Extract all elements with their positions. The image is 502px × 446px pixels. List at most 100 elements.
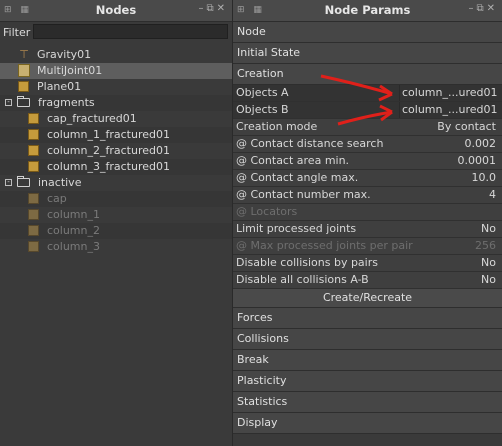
tree-item[interactable]: ⊤ Gravity01 xyxy=(0,47,232,63)
cube-icon xyxy=(28,209,39,220)
param-label: Limit processed joints xyxy=(236,222,357,235)
window-buttons[interactable]: –⧉✕ xyxy=(198,3,228,14)
tree-item[interactable]: MultiJoint01 xyxy=(0,63,232,79)
tree-item-label: column_1_fractured01 xyxy=(47,128,170,141)
param-value[interactable]: column_...ured01 xyxy=(402,85,497,101)
param-row: @ Max processed joints per pair 256 xyxy=(233,238,502,255)
gravity-icon: ⊤ xyxy=(19,48,29,61)
param-label: @ Contact area min. xyxy=(236,154,350,167)
tree-item[interactable]: column_2 xyxy=(0,223,232,239)
nodes-panel-title: Nodes xyxy=(95,3,137,17)
node-params-panel: ⊞ ▦ Node Params –⧉✕ Node Initial State Cre… xyxy=(233,0,502,446)
section-header[interactable]: Forces xyxy=(233,308,502,329)
cube-icon xyxy=(28,161,39,172)
filter-bar: Filter xyxy=(0,22,232,44)
cube-icon xyxy=(28,145,39,156)
node-tree: ⊤ Gravity01 MultiJoint01 Plane01 - fragments c… xyxy=(0,47,232,255)
tree-item-label: cap_fractured01 xyxy=(47,112,137,125)
tree-item-label: column_2_fractured01 xyxy=(47,144,170,157)
expander-icon[interactable]: - xyxy=(5,179,12,186)
cube-icon xyxy=(28,193,39,204)
param-row: @ Contact area min. 0.0001 xyxy=(233,153,502,170)
tree-item[interactable]: Plane01 xyxy=(0,79,232,95)
filter-label: Filter xyxy=(3,26,31,39)
cube-icon xyxy=(28,225,39,236)
section-header[interactable]: Node xyxy=(233,22,502,43)
close-icon[interactable]: ✕ xyxy=(217,3,228,14)
param-label: Objects B xyxy=(236,103,289,116)
param-value[interactable]: 10.0 xyxy=(472,170,497,186)
tree-item-label: fragments xyxy=(38,96,95,109)
param-value[interactable]: No xyxy=(481,255,496,271)
params-list: Node Initial State Creation Objects A column… xyxy=(233,22,502,434)
params-panel-titlebar[interactable]: ⊞ ▦ Node Params –⧉✕ xyxy=(233,0,502,22)
param-value: 256 xyxy=(475,239,496,252)
tree-item-label: column_2 xyxy=(47,224,100,237)
tree-item[interactable]: column_2_fractured01 xyxy=(0,143,232,159)
folder-icon xyxy=(17,176,30,187)
tree-item[interactable]: - inactive xyxy=(0,175,232,191)
tree-item[interactable]: column_3_fractured01 xyxy=(0,159,232,175)
param-row: Limit processed joints No xyxy=(233,221,502,238)
tree-item[interactable]: column_3 xyxy=(0,239,232,255)
cube-icon xyxy=(28,113,39,124)
tree-item-label: column_1 xyxy=(47,208,100,221)
section-header[interactable]: Initial State xyxy=(233,43,502,64)
tree-item-label: column_3 xyxy=(47,240,100,253)
tree-item-label: MultiJoint01 xyxy=(37,64,103,77)
param-row: Objects A column_...ured01 xyxy=(233,85,502,102)
params-panel-title: Node Params xyxy=(324,3,411,17)
section-header[interactable]: Plasticity xyxy=(233,371,502,392)
param-label: Objects A xyxy=(236,86,289,99)
folder-icon xyxy=(17,96,30,107)
float-icon[interactable]: ⧉ xyxy=(476,3,486,14)
param-label: Creation mode xyxy=(236,120,318,133)
param-value[interactable]: No xyxy=(481,272,496,288)
param-row: @ Contact angle max. 10.0 xyxy=(233,170,502,187)
section-header[interactable]: Break xyxy=(233,350,502,371)
param-value[interactable]: No xyxy=(481,221,496,237)
cube-icon xyxy=(18,81,29,92)
nodes-panel-titlebar[interactable]: ⊞ ▦ Nodes –⧉✕ xyxy=(0,0,232,22)
param-label: @ Contact angle max. xyxy=(236,171,359,184)
cube-icon xyxy=(28,129,39,140)
param-label: @ Contact distance search xyxy=(236,137,384,150)
param-row: @ Contact number max. 4 xyxy=(233,187,502,204)
tree-item-label: Plane01 xyxy=(37,80,82,93)
window-buttons[interactable]: –⧉✕ xyxy=(468,3,498,14)
create-recreate-button[interactable]: Create/Recreate xyxy=(233,289,502,308)
tree-item[interactable]: cap_fractured01 xyxy=(0,111,232,127)
param-row: Creation mode By contact xyxy=(233,119,502,136)
section-header[interactable]: Display xyxy=(233,413,502,434)
param-value[interactable]: 0.002 xyxy=(465,136,497,152)
filter-input[interactable] xyxy=(33,24,228,39)
param-label: Disable all collisions A-B xyxy=(236,273,369,286)
close-icon[interactable]: ✕ xyxy=(487,3,498,14)
float-icon[interactable]: ⧉ xyxy=(206,3,216,14)
tree-item[interactable]: cap xyxy=(0,191,232,207)
tree-item-label: column_3_fractured01 xyxy=(47,160,170,173)
param-value[interactable]: 0.0001 xyxy=(458,153,497,169)
param-row: Objects B column_...ured01 xyxy=(233,102,502,119)
param-label: Disable collisions by pairs xyxy=(236,256,378,269)
section-header[interactable]: Statistics xyxy=(233,392,502,413)
nodes-panel: ⊞ ▦ Nodes –⧉✕ Filter ⊤ Gravity01 MultiJoin… xyxy=(0,0,233,446)
param-value[interactable]: 4 xyxy=(489,187,496,203)
param-value[interactable]: By contact xyxy=(437,119,496,135)
param-value[interactable]: column_...ured01 xyxy=(402,102,497,118)
tree-item-label: cap xyxy=(47,192,67,205)
cube-icon xyxy=(28,241,39,252)
tree-item[interactable]: column_1 xyxy=(0,207,232,223)
param-label: @ Contact number max. xyxy=(236,188,371,201)
tree-item-label: inactive xyxy=(38,176,82,189)
tree-item-label: Gravity01 xyxy=(37,48,92,61)
tree-item[interactable]: column_1_fractured01 xyxy=(0,127,232,143)
param-row: Disable collisions by pairs No xyxy=(233,255,502,272)
column-divider xyxy=(399,85,400,101)
tree-item[interactable]: - fragments xyxy=(0,95,232,111)
section-header[interactable]: Collisions xyxy=(233,329,502,350)
param-row: @ Contact distance search 0.002 xyxy=(233,136,502,153)
section-header[interactable]: Creation xyxy=(233,64,502,85)
param-label: @ Locators xyxy=(236,205,298,218)
expander-icon[interactable]: - xyxy=(5,99,12,106)
